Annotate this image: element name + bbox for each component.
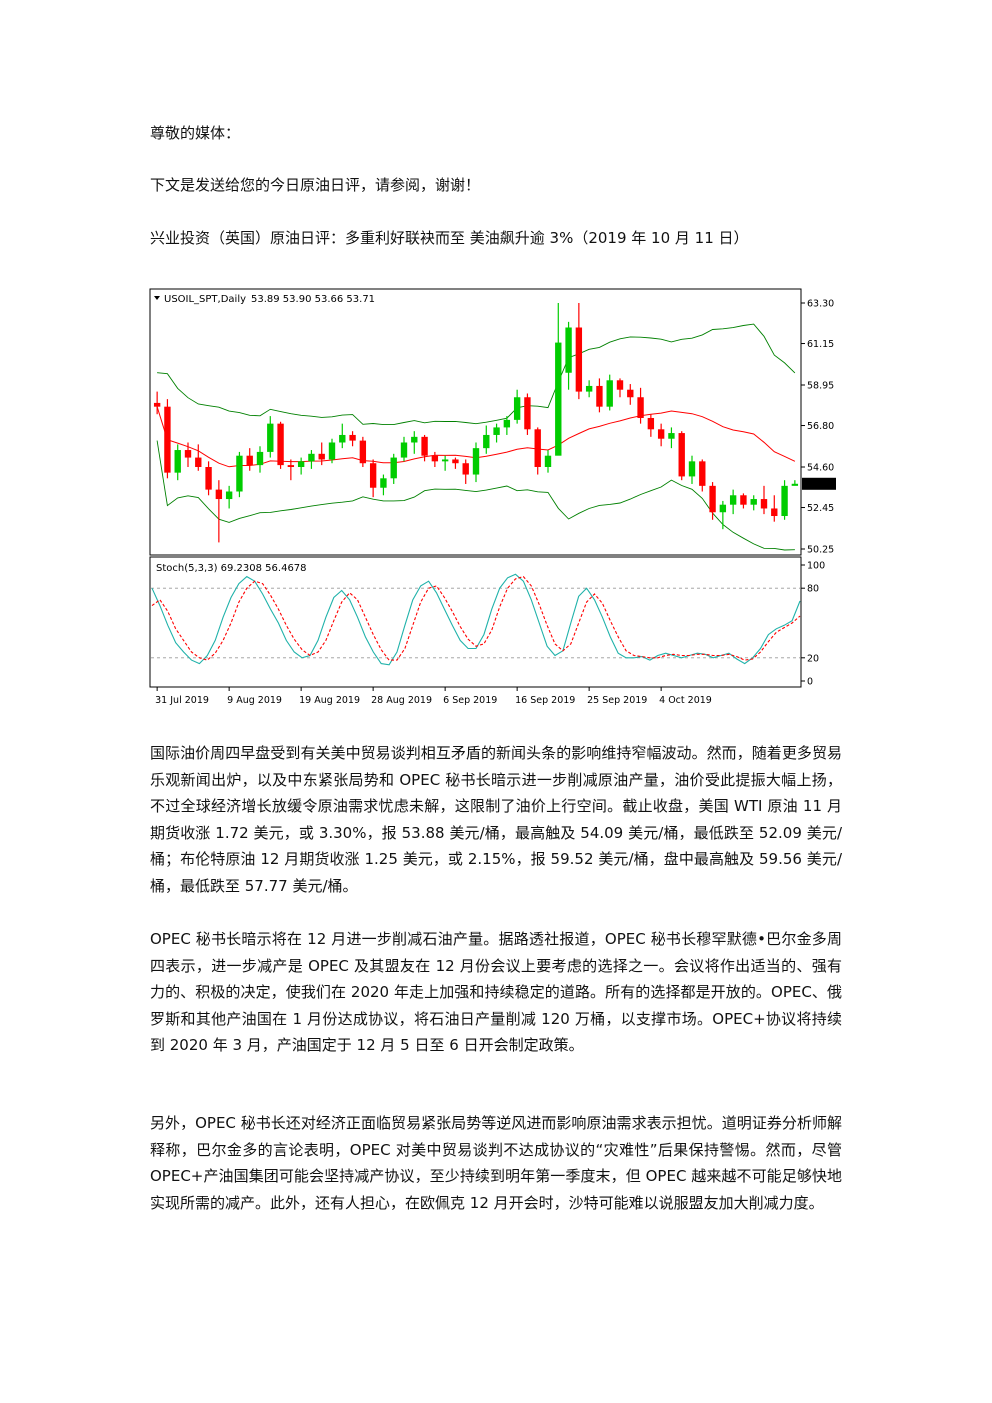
- candle-body: [369, 463, 377, 488]
- candle-body: [441, 459, 449, 462]
- candle-body: [215, 489, 223, 500]
- candle-body: [195, 457, 202, 467]
- oil-price-chart: 63.30 61.15 58.95 56.80 54.60 52.45 50.25 53.71…: [148, 287, 838, 711]
- candle-body: [390, 457, 397, 479]
- date-tick-label: 25 Sep 2019: [587, 695, 647, 706]
- candle-body: [359, 440, 367, 464]
- candle-body: [236, 455, 243, 492]
- candle-body: [657, 429, 665, 439]
- candle-body: [318, 453, 325, 460]
- candle-body: [678, 433, 685, 477]
- candle-body: [153, 402, 161, 407]
- candle-body: [771, 508, 778, 517]
- candle-body: [411, 436, 418, 443]
- stoch-label: Stoch(5,3,3) 69.2308 56.4678: [156, 563, 307, 574]
- chart-svg: 63.30 61.15 58.95 56.80 54.60 52.45 50.25 53.71…: [148, 287, 838, 711]
- chart-ohlc-label: 53.89 53.90 53.66 53.71: [251, 294, 375, 305]
- candle-body: [267, 423, 274, 452]
- chart-symbol-label: USOIL_SPT,Daily: [164, 294, 246, 305]
- candle-body: [205, 467, 212, 490]
- candle-body: [534, 429, 541, 467]
- price-tick-label: 52.45: [807, 503, 834, 514]
- candle-body: [246, 455, 253, 466]
- candle-body: [452, 459, 459, 464]
- candle-body: [544, 455, 552, 467]
- date-tick-label: 9 Aug 2019: [227, 695, 282, 706]
- date-tick-label: 28 Aug 2019: [371, 695, 432, 706]
- candle-body: [472, 448, 480, 475]
- candle-body: [328, 442, 336, 460]
- candle-body: [627, 389, 634, 398]
- candle-body: [750, 499, 757, 505]
- paragraph-2: OPEC 秘书长暗示将在 12 月进一步削减石油产量。据路透社报道，OPEC 秘…: [150, 930, 842, 1054]
- intro-line: 下文是发送给您的今日原油日评，请参阅，谢谢！: [150, 176, 481, 194]
- candle-body: [616, 380, 624, 390]
- candle-body: [164, 406, 171, 473]
- price-tick-label: 58.95: [807, 381, 834, 392]
- candle-body: [493, 427, 500, 435]
- price-tick-label: 61.15: [807, 339, 834, 350]
- stoch-tick-label: 100: [807, 561, 825, 572]
- candle-body: [503, 419, 511, 428]
- candle-body: [585, 385, 593, 392]
- candle-body: [688, 461, 696, 477]
- price-tick-label: 50.25: [807, 545, 834, 556]
- current-price-label: 53.71: [805, 479, 832, 490]
- candle-body: [729, 495, 737, 505]
- price-tick-label: 56.80: [807, 421, 834, 432]
- candle-body: [606, 380, 613, 407]
- candle-body: [184, 450, 192, 458]
- candle-body: [565, 327, 572, 373]
- candle-body: [431, 455, 439, 462]
- candle-body: [647, 417, 655, 430]
- candle-body: [575, 327, 583, 392]
- candle-body: [524, 397, 531, 430]
- candle-body: [256, 451, 264, 466]
- stoch-tick-label: 0: [807, 677, 813, 688]
- stoch-tick-label: 20: [807, 653, 819, 664]
- candle-body: [513, 397, 521, 420]
- date-tick-label: 4 Oct 2019: [659, 695, 712, 706]
- candle-body: [483, 434, 490, 449]
- candle-body: [297, 461, 305, 467]
- candle-body: [421, 436, 428, 456]
- price-tick-label: 54.60: [807, 463, 834, 474]
- candle-body: [349, 434, 356, 441]
- stoch-tick-label: 80: [807, 584, 819, 595]
- candle-body: [719, 504, 727, 513]
- candle-body: [699, 461, 706, 486]
- candle-body: [462, 463, 469, 475]
- date-tick-label: 31 Jul 2019: [155, 695, 209, 706]
- candle-body: [308, 453, 315, 462]
- candle-body: [596, 385, 603, 407]
- candle-body: [380, 478, 387, 488]
- candle-body: [174, 450, 181, 473]
- candle-body: [781, 485, 788, 517]
- price-tick-label: 63.30: [807, 299, 834, 310]
- candle-body: [637, 397, 644, 418]
- candle-body: [709, 485, 716, 513]
- report-title: 兴业投资（英国）原油日评：多重利好联袂而至 美油飙升逾 3%（2019 年 10…: [150, 229, 749, 247]
- candle-body: [277, 423, 284, 466]
- candle-body: [225, 491, 233, 500]
- date-tick-label: 19 Aug 2019: [299, 695, 360, 706]
- candle-body: [740, 495, 747, 505]
- candle-body: [791, 483, 799, 486]
- paragraph-3: 另外，OPEC 秘书长还对经济正面临贸易紧张局势等逆风进而影响原油需求表示担忧。…: [150, 1114, 842, 1212]
- candle-body: [339, 434, 346, 443]
- date-tick-label: 6 Sep 2019: [443, 695, 497, 706]
- paragraph-1: 国际油价周四早盘受到有关美中贸易谈判相互矛盾的新闻头条的影响维持窄幅波动。然而，…: [150, 744, 842, 895]
- candle-body: [400, 442, 408, 458]
- date-tick-label: 16 Sep 2019: [515, 695, 575, 706]
- greeting: 尊敬的媒体：: [150, 124, 241, 142]
- candle-body: [760, 499, 768, 509]
- candle-body: [668, 433, 675, 439]
- candle-body: [555, 342, 562, 456]
- candle-body: [287, 465, 295, 467]
